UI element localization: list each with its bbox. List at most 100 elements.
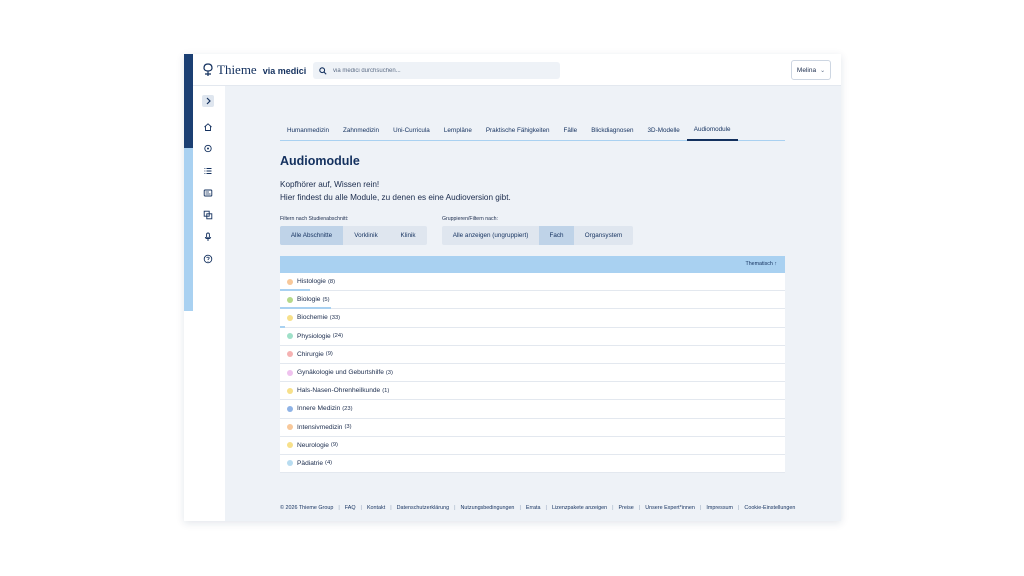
top-header: Thieme via medici Melina ⌄ <box>193 54 841 86</box>
table-row[interactable]: Physiologie (24) <box>280 327 785 346</box>
subject-count: (1) <box>382 387 390 394</box>
subject-count: (23) <box>342 405 353 412</box>
subject-count: (3) <box>385 369 393 376</box>
tab-faelle[interactable]: Fälle <box>557 120 585 141</box>
intro-line-2: Hier findest du alle Module, zu denen es… <box>280 193 511 202</box>
subject-color-dot <box>287 333 293 340</box>
thieme-emblem-icon <box>203 63 213 76</box>
footer-link[interactable]: Nutzungsbedingungen <box>460 505 514 511</box>
rail-item-help[interactable] <box>202 253 214 265</box>
subject-color-dot <box>287 296 293 303</box>
footer-link[interactable]: Cookie-Einstellungen <box>744 505 795 511</box>
expand-sidebar-button[interactable] <box>202 95 214 107</box>
rail-item-location[interactable] <box>202 143 214 155</box>
user-name: Melina <box>796 66 817 74</box>
footer-separator: | <box>699 505 702 511</box>
subject-label: Gynäkologie und Geburtshilfe <box>297 369 384 377</box>
subject-color-dot <box>287 278 293 285</box>
table-row[interactable]: Histologie (8) <box>280 273 785 292</box>
tab-3d-modelle[interactable]: 3D-Modelle <box>641 120 687 141</box>
footer-link[interactable]: Kontakt <box>367 505 385 511</box>
footer-separator: | <box>738 505 740 511</box>
brand-subtitle: via medici <box>262 66 307 76</box>
footer: © 2026 Thieme Group | FAQ | Kontakt | Datensc… <box>280 505 795 511</box>
tab-humanmedizin[interactable]: Humanmedizin <box>280 120 336 141</box>
subject-label: Pädiatrie <box>297 459 324 467</box>
study-filter-all[interactable]: Alle Abschnitte <box>280 226 343 245</box>
user-menu-button[interactable]: Melina ⌄ <box>791 60 831 80</box>
location-icon <box>204 144 212 153</box>
table-header: Thematisch ↑ <box>280 256 785 273</box>
table-row[interactable]: Chirurgie (9) <box>280 345 785 364</box>
tab-blickdiagnosen[interactable]: Blickdiagnosen <box>584 120 640 141</box>
rail-item-audio[interactable] <box>202 231 214 243</box>
search-box[interactable] <box>313 62 560 79</box>
side-rail <box>193 86 225 521</box>
table-row[interactable]: Gynäkologie und Geburtshilfe (3) <box>280 363 785 383</box>
footer-link[interactable]: Unsere Expert*innen <box>645 505 695 511</box>
footer-separator: | <box>519 505 521 511</box>
rail-item-home[interactable] <box>202 121 214 133</box>
subject-label: Biologie <box>297 296 321 304</box>
footer-link[interactable]: Impressum <box>706 505 733 511</box>
footer-separator: | <box>360 505 362 511</box>
footer-separator: | <box>545 505 547 511</box>
study-filter-klinik[interactable]: Klinik <box>389 226 427 245</box>
table-row[interactable]: Innere Medizin (23) <box>280 400 785 419</box>
brand-name: Thieme <box>217 62 257 77</box>
microphone-icon <box>204 232 212 241</box>
footer-link[interactable]: Preise <box>619 505 634 511</box>
rail-item-copy[interactable] <box>202 209 214 221</box>
table-row[interactable]: Biochemie (33) <box>280 309 785 328</box>
subject-color-dot <box>287 387 293 394</box>
table-row[interactable]: Intensivmedizin (3) <box>280 418 785 437</box>
subject-count: (5) <box>322 296 330 303</box>
footer-link[interactable]: FAQ <box>345 505 356 511</box>
brand-logo[interactable]: Thieme via medici <box>202 62 306 78</box>
footer-separator: | <box>390 505 392 511</box>
tab-audiomodule[interactable]: Audiomodule <box>686 120 738 141</box>
study-filter-label: Filtern nach Studienabschnitt: <box>280 216 349 222</box>
tab-lernplaene[interactable]: Lernpläne <box>437 120 479 141</box>
footer-link[interactable]: Errata <box>526 505 541 511</box>
table-row[interactable]: Biologie (5) <box>280 291 785 310</box>
subject-label: Intensivmedizin <box>297 423 343 431</box>
home-icon <box>204 123 212 131</box>
group-filter-all[interactable]: Alle anzeigen (ungruppiert) <box>442 226 539 245</box>
group-filter-group: Alle anzeigen (ungruppiert) Fach Organsy… <box>442 226 633 245</box>
help-icon <box>203 254 213 264</box>
accent-edge-light <box>184 148 193 311</box>
footer-separator: | <box>638 505 641 511</box>
tab-zahnmedizin[interactable]: Zahnmedizin <box>336 120 386 141</box>
table-row[interactable]: Neurologie (9) <box>280 436 785 455</box>
card-icon <box>203 189 213 197</box>
page-title: Audiomodule <box>280 154 360 168</box>
study-filter-group: Alle Abschnitte Vorklinik Klinik <box>280 226 427 245</box>
footer-separator: | <box>454 505 456 511</box>
subject-label: Neurologie <box>297 441 329 449</box>
subject-count: (4) <box>325 460 333 467</box>
footer-separator: | <box>338 505 340 511</box>
group-filter-fach[interactable]: Fach <box>539 226 574 245</box>
subject-count: (33) <box>329 314 341 321</box>
rail-item-card[interactable] <box>202 187 214 199</box>
group-filter-label: Gruppieren/Filtern nach: <box>442 216 498 222</box>
arrow-up-icon: ↑ <box>774 261 777 267</box>
tab-uni-curricula[interactable]: Uni-Curricula <box>386 120 437 141</box>
accent-edge-dark <box>184 54 193 148</box>
table-row[interactable]: Hals-Nasen-Ohrenheilkunde (1) <box>280 382 785 401</box>
sort-button[interactable]: Thematisch ↑ <box>745 261 777 267</box>
rail-item-list[interactable] <box>202 165 214 177</box>
subject-label: Hals-Nasen-Ohrenheilkunde <box>297 387 381 395</box>
intro-line-1: Kopfhörer auf, Wissen rein! <box>280 180 380 189</box>
table-row[interactable]: Pädiatrie (4) <box>280 454 785 474</box>
study-filter-vorklinik[interactable]: Vorklinik <box>343 226 389 245</box>
tab-praktische-faehigkeiten[interactable]: Praktische Fähigkeiten <box>479 120 557 141</box>
sort-label: Thematisch <box>745 261 773 267</box>
search-input[interactable] <box>333 67 553 74</box>
group-filter-organsystem[interactable]: Organsystem <box>574 226 633 245</box>
subject-count: (24) <box>332 333 344 340</box>
footer-link[interactable]: Datenschutzerklärung <box>397 505 449 511</box>
footer-link[interactable]: Lizenzpakete anzeigen <box>552 505 607 511</box>
subject-color-dot <box>287 314 293 321</box>
